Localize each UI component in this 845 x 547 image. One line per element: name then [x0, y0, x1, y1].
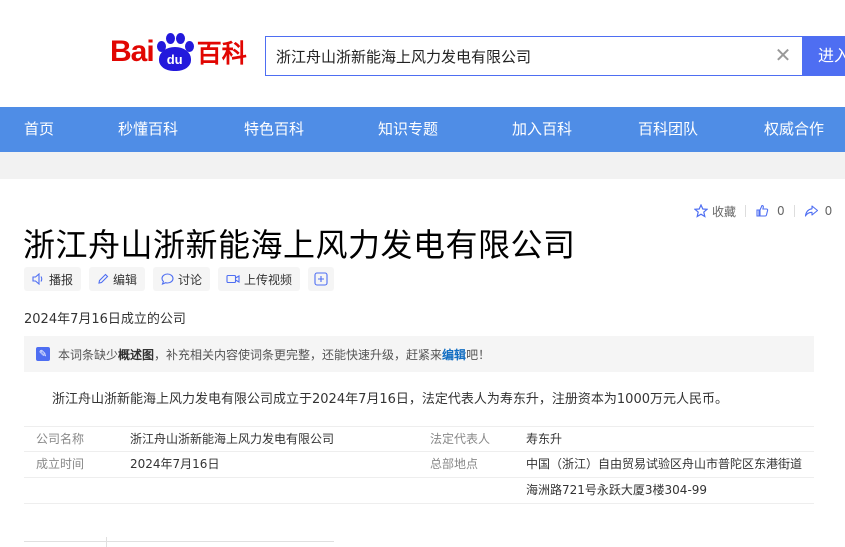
info-value: 海洲路721号永跃大厦3楼304-99 [526, 483, 708, 497]
upload-video-label: 上传视频 [244, 272, 293, 287]
founded-subtitle: 2024年7月16日成立的公司 [24, 312, 186, 327]
info-key: 成立时间 [36, 457, 85, 471]
add-button[interactable] [308, 267, 335, 291]
pencil-icon [98, 273, 109, 284]
collect-button[interactable]: 收藏 [694, 203, 736, 220]
info-value: 浙江舟山浙新能海上风力发电有限公司 [130, 432, 335, 446]
notice-prefix: 本词条缺少 [58, 347, 119, 362]
edit-notice-icon: ✎ [36, 347, 50, 361]
divider [793, 205, 795, 217]
section-divider-tick [106, 537, 107, 547]
upload-video-button[interactable]: 上传视频 [218, 267, 301, 291]
plus-icon [314, 272, 328, 286]
lemma-toolbar: 播报 编辑 讨论 上传视频 [24, 267, 335, 291]
share-button[interactable]: 0 [804, 204, 833, 218]
logo-du-text: du [158, 47, 191, 71]
share-icon [804, 205, 818, 217]
collect-label: 收藏 [712, 204, 737, 219]
clear-icon[interactable]: ✕ [772, 44, 794, 66]
nav-item-special[interactable]: 特色百科 [244, 107, 304, 152]
info-key: 总部地点 [430, 457, 479, 471]
nav-item-topics[interactable]: 知识专题 [378, 107, 438, 152]
chat-bubble-icon [161, 273, 174, 285]
star-icon [694, 204, 708, 218]
notice-edit-link[interactable]: 编辑 [442, 348, 466, 362]
divider [745, 205, 747, 217]
info-key: 公司名称 [36, 432, 85, 446]
main-nav: 首页 秒懂百科 特色百科 知识专题 加入百科 百科团队 权威合作 [0, 107, 845, 152]
broadcast-button[interactable]: 播报 [24, 267, 82, 291]
info-value: 2024年7月16日 [130, 457, 220, 471]
header: Bai du 百科 ✕ 进入 [0, 0, 845, 107]
like-button[interactable]: 0 [755, 204, 785, 218]
nav-spacer [0, 152, 845, 179]
nav-item-authority[interactable]: 权威合作 [764, 107, 824, 152]
nav-item-join[interactable]: 加入百科 [512, 107, 572, 152]
info-row: 成立时间 2024年7月16日 总部地点 中国（浙江）自由贸易试验区舟山市普陀区… [24, 452, 814, 478]
notice-middle: ，补充相关内容使词条更完整，还能快速升级，赶紧来 [154, 347, 443, 362]
page-title: 浙江舟山浙新能海上风力发电有限公司 [23, 226, 576, 264]
like-count: 0 [777, 204, 785, 218]
info-row: 公司名称 浙江舟山浙新能海上风力发电有限公司 法定代表人 寿东升 [24, 426, 814, 452]
nav-item-home[interactable]: 首页 [24, 107, 54, 152]
discuss-label: 讨论 [178, 272, 203, 287]
missing-content-notice: ✎ 本词条缺少概述图，补充相关内容使词条更完整，还能快速升级，赶紧来编辑吧！ [24, 336, 814, 372]
lemma-summary: 浙江舟山浙新能海上风力发电有限公司成立于2024年7月16日，法定代表人为寿东升… [52, 392, 728, 407]
info-key: 法定代表人 [430, 432, 491, 446]
edit-label: 编辑 [113, 272, 138, 287]
top-actions: 收藏 0 0 [694, 201, 832, 221]
logo-bai-text: Bai [110, 35, 155, 68]
speaker-icon [32, 273, 43, 285]
video-camera-icon [226, 274, 240, 284]
logo-paw-icon: du [155, 32, 195, 72]
nav-item-team[interactable]: 百科团队 [638, 107, 698, 152]
info-row: 海洲路721号永跃大厦3楼304-99 [24, 478, 814, 504]
nav-item-miaodong[interactable]: 秒懂百科 [118, 107, 178, 152]
basic-info-box: 公司名称 浙江舟山浙新能海上风力发电有限公司 法定代表人 寿东升 成立时间 20… [24, 426, 814, 504]
notice-highlight: 概述图 [118, 347, 155, 362]
info-value: 中国（浙江）自由贸易试验区舟山市普陀区东港街道 [526, 457, 803, 471]
info-value: 寿东升 [526, 432, 563, 446]
main-content: 收藏 0 0 浙江舟山浙新能海上风力发电有限公司 播报 编辑 讨论 上传视频 2… [0, 179, 845, 547]
edit-button[interactable]: 编辑 [89, 267, 146, 291]
search-input[interactable] [276, 37, 766, 75]
discuss-button[interactable]: 讨论 [153, 267, 211, 291]
enter-button[interactable]: 进入 [802, 36, 845, 76]
broadcast-label: 播报 [49, 272, 74, 287]
section-divider [24, 541, 334, 542]
logo-baike-text: 百科 [196, 39, 247, 68]
notice-text: 本词条缺少概述图，补充相关内容使词条更完整，还能快速升级，赶紧来编辑吧！ [58, 346, 490, 363]
share-count: 0 [824, 204, 833, 218]
notice-suffix: 吧！ [466, 347, 491, 362]
baidu-baike-logo[interactable]: Bai du 百科 [110, 30, 247, 74]
search-box [265, 36, 802, 76]
thumbs-up-icon [756, 204, 769, 217]
